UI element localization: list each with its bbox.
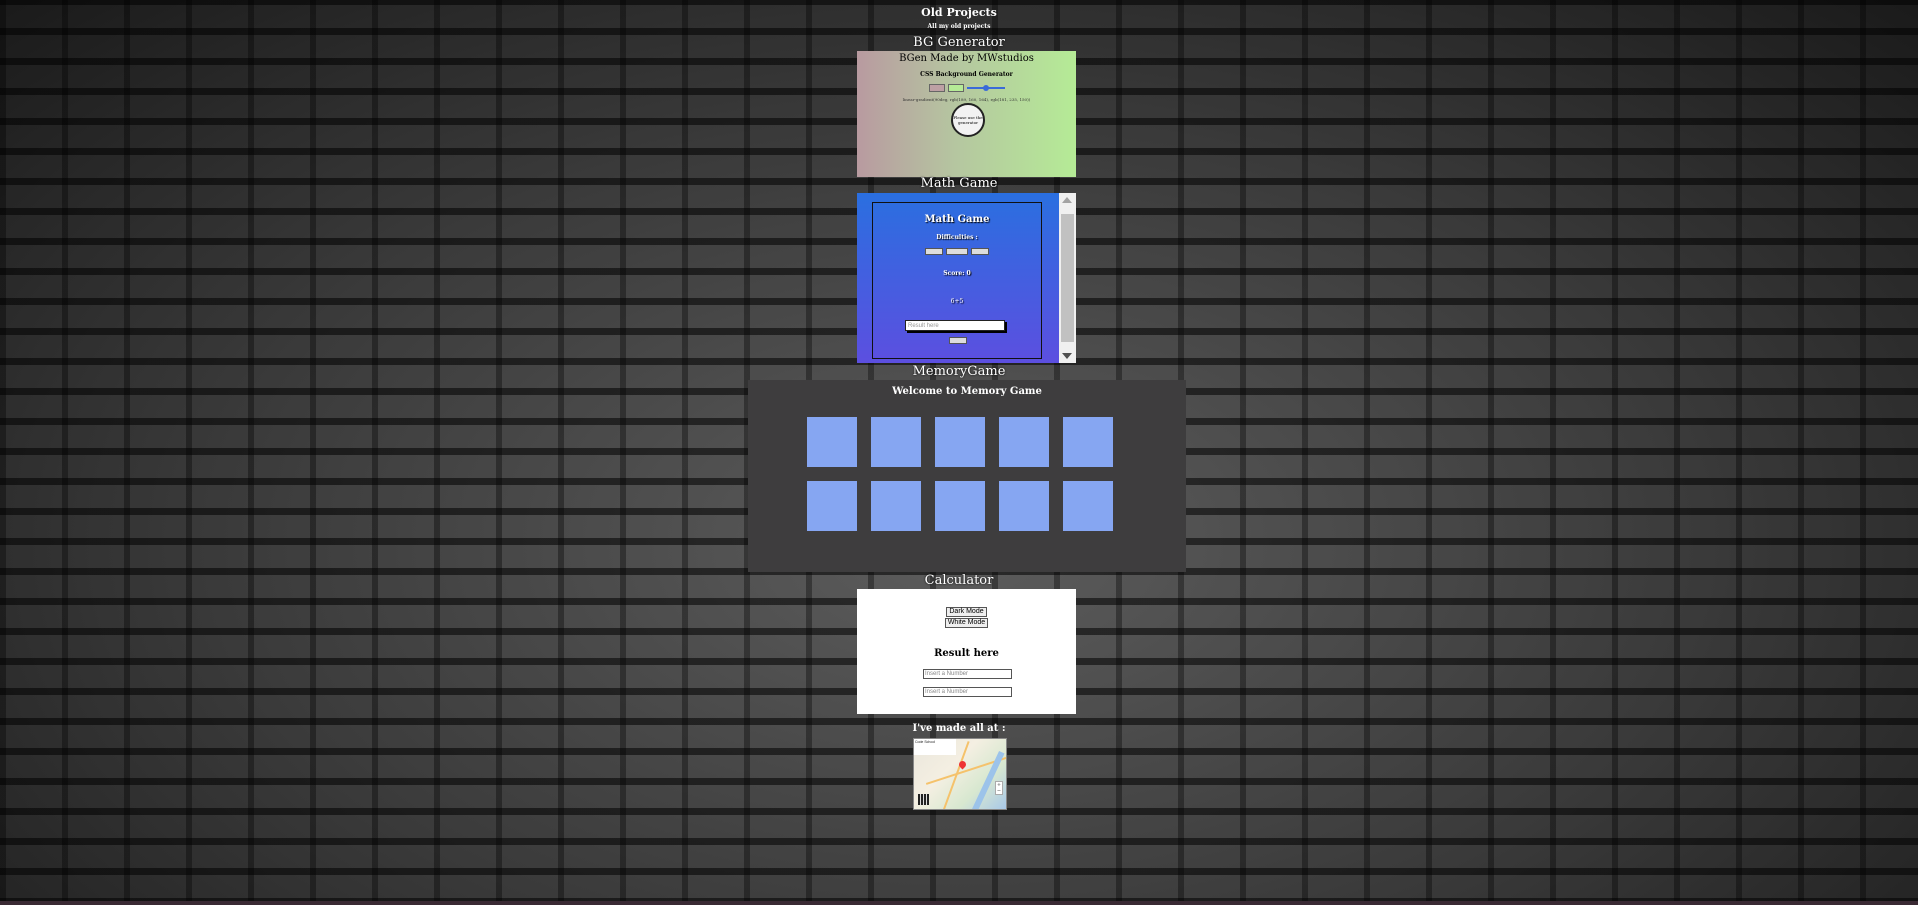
gradient-readout: linear-gradient(90deg, rgb(189, 160, 164…: [902, 97, 1031, 102]
math-game-panel: Math Game Difficulties : Score: 0 6+5 Re…: [872, 202, 1042, 359]
location-map[interactable]: Code School + −: [913, 738, 1007, 810]
color-picker-1[interactable]: [928, 84, 945, 92]
memory-card-grid: [807, 417, 1113, 531]
section-title-calculator: Calculator: [924, 573, 994, 588]
page-bottom-bar: [0, 901, 1918, 905]
number-input-2[interactable]: Insert a Number: [923, 687, 1012, 697]
section-title-memory-game: MemoryGame: [912, 364, 1006, 379]
difficulty-buttons: [873, 248, 1041, 255]
scroll-thumb[interactable]: [1061, 214, 1074, 342]
map-place-card[interactable]: Code School: [914, 739, 956, 755]
math-game-title: Math Game: [924, 214, 990, 225]
math-game-frame[interactable]: Math Game Difficulties : Score: 0 6+5 Re…: [857, 193, 1076, 363]
memory-card[interactable]: [807, 481, 857, 531]
bg-generator-controls: [857, 84, 1076, 92]
number-input-1[interactable]: Insert a Number: [923, 669, 1012, 679]
math-frame-scrollbar[interactable]: [1059, 193, 1076, 363]
math-question: 6+5: [950, 298, 964, 305]
scroll-up-arrow-icon[interactable]: [1062, 197, 1072, 203]
memory-card[interactable]: [807, 417, 857, 467]
map-zoom-control[interactable]: + −: [995, 781, 1003, 795]
made-at-label: I've made all at :: [912, 723, 1006, 734]
mode-buttons: Dark Mode White Mode: [857, 607, 1076, 628]
submit-button[interactable]: [949, 337, 967, 344]
score-label: Score: 0: [943, 270, 971, 277]
section-title-bg-generator: BG Generator: [913, 35, 1005, 50]
color-picker-2[interactable]: [947, 84, 964, 92]
memory-card[interactable]: [871, 417, 921, 467]
memory-card[interactable]: [999, 481, 1049, 531]
memory-card[interactable]: [1063, 417, 1113, 467]
memory-game-welcome: Welcome to Memory Game: [892, 386, 1042, 397]
dark-mode-button[interactable]: Dark Mode: [946, 607, 987, 617]
difficulty-easy-button[interactable]: [925, 248, 943, 255]
memory-card[interactable]: [999, 417, 1049, 467]
page-title: Old Projects: [921, 6, 997, 19]
bg-generator-frame[interactable]: BGen Made by MWstudios CSS Background Ge…: [857, 51, 1076, 177]
memory-card[interactable]: [1063, 481, 1113, 531]
memory-card[interactable]: [935, 417, 985, 467]
white-mode-button[interactable]: White Mode: [944, 618, 989, 628]
memory-card[interactable]: [935, 481, 985, 531]
scroll-down-arrow-icon[interactable]: [1062, 353, 1072, 359]
difficulty-medium-button[interactable]: [946, 248, 968, 255]
calculator-frame: Dark Mode White Mode Result here Insert …: [857, 589, 1076, 714]
difficulty-label: Difficulties :: [936, 234, 978, 241]
map-qr-icon: [918, 794, 929, 805]
generate-circle-button[interactable]: Please use the generator: [951, 103, 985, 137]
memory-card[interactable]: [871, 481, 921, 531]
bg-generator-heading: BGen Made by MWstudios: [899, 53, 1034, 64]
difficulty-hard-button[interactable]: [971, 248, 989, 255]
page-subtitle: All my old projects: [927, 23, 991, 30]
section-title-math-game: Math Game: [920, 176, 998, 191]
angle-slider[interactable]: [966, 85, 1005, 91]
result-input[interactable]: Result here: [905, 320, 1005, 331]
calculator-result: Result here: [934, 648, 999, 659]
memory-game-frame: Welcome to Memory Game: [748, 380, 1186, 572]
bg-generator-subheading: CSS Background Generator: [920, 71, 1013, 78]
